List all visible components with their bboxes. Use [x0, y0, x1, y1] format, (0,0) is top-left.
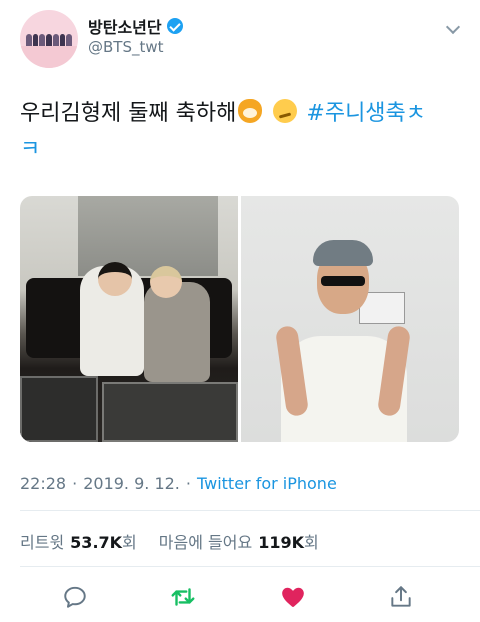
retweets-suffix: 회: [122, 533, 137, 552]
retweet-button[interactable]: [170, 584, 196, 610]
tweet-source-link[interactable]: Twitter for iPhone: [197, 474, 337, 493]
tweet-text: 우리김형제 둘째 축하해 #주니생축ㅊ ㅋ: [20, 96, 460, 168]
divider: [20, 510, 480, 511]
reply-button[interactable]: [62, 584, 88, 610]
photo-two-members-on-sofa[interactable]: [20, 196, 238, 442]
likes-label[interactable]: 마음에 들어요: [159, 529, 252, 553]
like-button[interactable]: [280, 584, 306, 610]
avatar-floor: [20, 46, 78, 68]
meta-separator: ·: [185, 474, 191, 493]
hashtag-link[interactable]: #주니생축ㅊ: [306, 101, 426, 126]
user-handle[interactable]: @BTS_twt: [88, 38, 164, 56]
woozy-face-icon: [273, 99, 298, 123]
tweet-body-text: 우리김형제 둘째 축하해: [20, 101, 237, 126]
display-name[interactable]: 방탄소년단: [88, 14, 162, 38]
chevron-down-icon[interactable]: [445, 19, 461, 35]
photo-member-with-sunglasses[interactable]: [241, 196, 459, 442]
action-bar: [0, 578, 480, 614]
likes-suffix: 회: [303, 533, 319, 552]
share-button[interactable]: [388, 584, 414, 610]
verified-badge-icon: [166, 18, 183, 34]
retweet-icon: [171, 588, 195, 606]
like-icon: [282, 587, 304, 607]
divider: [20, 566, 480, 567]
share-icon: [391, 586, 411, 607]
tweet-time[interactable]: 22:28: [20, 474, 66, 493]
tweet-date[interactable]: 2019. 9. 12.: [83, 474, 180, 493]
tiger-face-icon: [238, 99, 263, 123]
likes-count[interactable]: 119K: [258, 533, 304, 552]
name-row[interactable]: 방탄소년단: [88, 14, 183, 38]
avatar-group-image: [26, 34, 73, 46]
avatar[interactable]: [20, 10, 78, 68]
tweet-stats: 리트윗 53.7K 회 마음에 들어요 119K 회: [20, 529, 319, 553]
tweet-header: 방탄소년단 @BTS_twt: [0, 0, 480, 80]
photo-grid: [20, 196, 459, 442]
meta-separator: ·: [72, 474, 78, 493]
reply-icon: [64, 586, 86, 608]
tweet-meta: 22:28 · 2019. 9. 12. · Twitter for iPhon…: [20, 474, 337, 493]
hashtag-link-continued[interactable]: ㅋ: [20, 137, 40, 162]
retweets-label[interactable]: 리트윗: [20, 529, 64, 553]
retweets-count[interactable]: 53.7K: [70, 533, 122, 552]
